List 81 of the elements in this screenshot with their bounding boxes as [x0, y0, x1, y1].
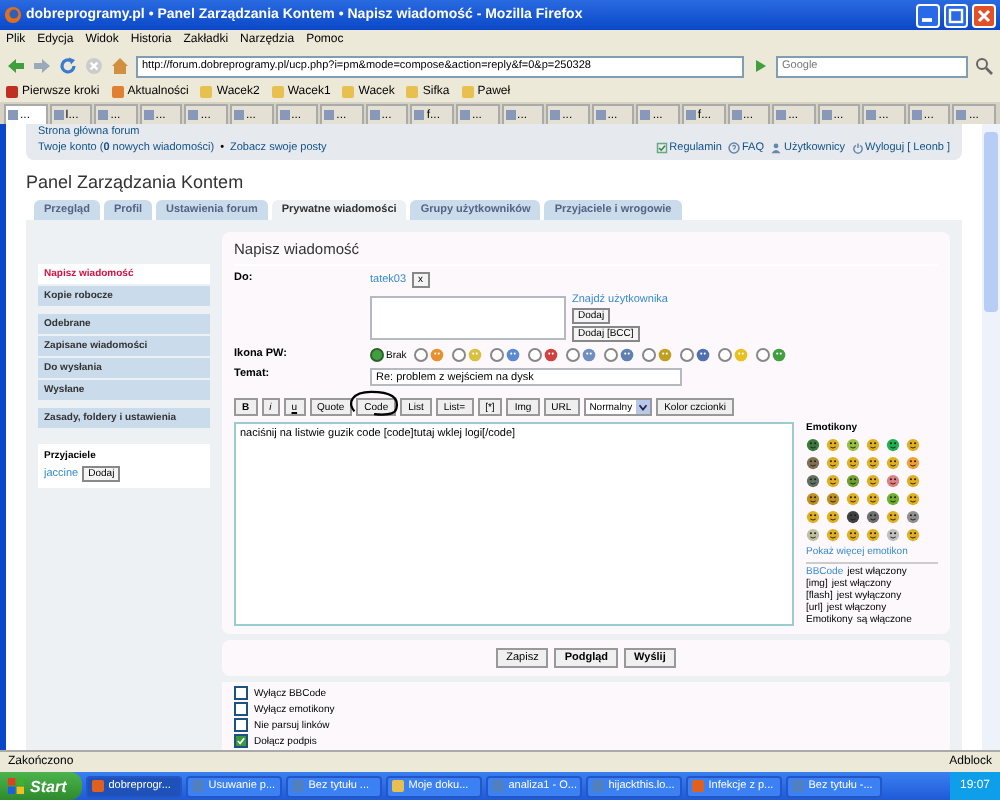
smiley-icon[interactable]	[866, 456, 880, 470]
smiley-icon[interactable]	[906, 528, 920, 542]
checklist-icon	[655, 142, 668, 154]
post-icon	[506, 348, 521, 362]
checkbox[interactable]	[234, 718, 248, 732]
radio-button[interactable]	[642, 348, 657, 362]
minimize-icon	[922, 17, 932, 21]
smiley-icon[interactable]	[906, 510, 920, 524]
close-icon	[976, 7, 992, 23]
smiley-icon[interactable]	[806, 510, 820, 524]
radio-button[interactable]	[490, 348, 505, 362]
go-icon[interactable]	[750, 56, 770, 76]
radio-button[interactable]	[718, 348, 733, 362]
maximize-button[interactable]	[944, 3, 968, 27]
checkbox[interactable]	[234, 686, 248, 700]
browser-logo-icon	[4, 6, 22, 24]
smiley-icon[interactable]	[866, 510, 880, 524]
radio-button[interactable]	[528, 348, 543, 362]
post-icon	[658, 348, 673, 362]
smiley-icon[interactable]	[846, 492, 860, 506]
smiley-icon[interactable]	[826, 456, 840, 470]
smiley-icon[interactable]	[846, 510, 860, 524]
radio-button[interactable]	[756, 348, 771, 362]
close-button[interactable]	[972, 3, 996, 27]
windows-logo-icon	[8, 778, 24, 794]
maximize-icon	[948, 7, 964, 23]
smiley-icon[interactable]	[866, 474, 880, 488]
smiley-icon[interactable]	[866, 528, 880, 542]
recipients-field[interactable]	[370, 296, 566, 340]
user-icon	[769, 142, 782, 154]
post-icon	[696, 348, 711, 362]
post-icon	[620, 348, 635, 362]
smiley-icon[interactable]	[886, 510, 900, 524]
checkbox[interactable]	[234, 734, 248, 748]
smiley-icon[interactable]	[826, 438, 840, 452]
smiley-icon[interactable]	[886, 438, 900, 452]
post-icon	[430, 348, 445, 362]
smiley-icon[interactable]	[806, 456, 820, 470]
question-icon	[727, 142, 740, 154]
smiley-icon[interactable]	[806, 492, 820, 506]
checkbox[interactable]	[234, 702, 248, 716]
smiley-icon[interactable]	[906, 474, 920, 488]
radio-button[interactable]	[680, 348, 695, 362]
smiley-icon[interactable]	[826, 474, 840, 488]
smiley-icon[interactable]	[886, 474, 900, 488]
post-icon	[468, 348, 483, 362]
reload-icon[interactable]	[58, 56, 78, 76]
smiley-icon[interactable]	[806, 438, 820, 452]
smiley-icon[interactable]	[806, 474, 820, 488]
smiley-icon[interactable]	[866, 438, 880, 452]
smiley-icon[interactable]	[906, 492, 920, 506]
smiley-icon[interactable]	[826, 492, 840, 506]
minimize-button[interactable]	[916, 3, 940, 27]
search-icon[interactable]	[974, 56, 994, 76]
smiley-icon[interactable]	[826, 510, 840, 524]
radio-button[interactable]	[452, 348, 467, 362]
radio-button[interactable]	[604, 348, 619, 362]
smiley-icon[interactable]	[826, 528, 840, 542]
caret-icon	[636, 400, 651, 414]
radio-button[interactable]	[414, 348, 429, 362]
back-icon[interactable]	[6, 56, 26, 76]
post-icon	[582, 348, 597, 362]
power-icon	[851, 142, 864, 154]
smiley-icon[interactable]	[886, 492, 900, 506]
smiley-icon[interactable]	[906, 456, 920, 470]
smiley-icon[interactable]	[866, 492, 880, 506]
smiley-icon[interactable]	[806, 528, 820, 542]
radio-button[interactable]	[370, 348, 384, 362]
smiley-icon[interactable]	[846, 438, 860, 452]
smiley-icon[interactable]	[886, 456, 900, 470]
panel-title: Panel Zarządzania Kontem	[26, 172, 246, 192]
smiley-icon[interactable]	[906, 438, 920, 452]
post-icon	[734, 348, 749, 362]
smiley-icon[interactable]	[846, 528, 860, 542]
post-icon	[544, 348, 559, 362]
post-icon	[772, 348, 787, 362]
smiley-icon[interactable]	[886, 528, 900, 542]
scrollbar[interactable]	[982, 124, 1000, 750]
smiley-icon[interactable]	[846, 456, 860, 470]
smiley-icon[interactable]	[846, 474, 860, 488]
radio-button[interactable]	[566, 348, 581, 362]
